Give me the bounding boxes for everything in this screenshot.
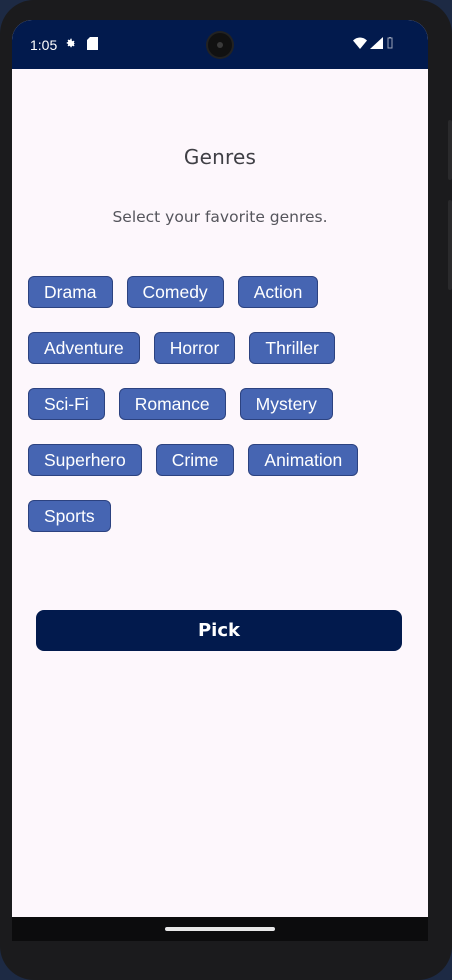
status-time: 1:05	[30, 37, 58, 53]
sd-card-icon	[85, 36, 99, 50]
app-screen: 1:05 Genres Select your favorite genres.…	[12, 20, 428, 941]
genre-chip-superhero[interactable]: Superhero	[28, 444, 142, 476]
settings-gear-icon	[63, 36, 77, 50]
genre-chip-sports[interactable]: Sports	[28, 500, 111, 532]
genre-row: Adventure Horror Thriller	[28, 332, 418, 364]
genre-row: Sci-Fi Romance Mystery	[28, 388, 418, 420]
page-subtitle: Select your favorite genres.	[112, 208, 328, 226]
genre-chip-sci-fi[interactable]: Sci-Fi	[28, 388, 105, 420]
wifi-icon	[353, 36, 367, 50]
page-title: Genres	[183, 145, 257, 169]
genre-chip-thriller[interactable]: Thriller	[249, 332, 335, 364]
pick-button[interactable]: Pick	[36, 610, 402, 651]
genre-chip-adventure[interactable]: Adventure	[28, 332, 140, 364]
genre-row: Drama Comedy Action	[28, 276, 418, 308]
gesture-nav-bar	[12, 917, 428, 941]
genre-chip-group: Drama Comedy Action Adventure Horror Thr…	[28, 276, 418, 556]
battery-icon	[386, 36, 394, 50]
genre-chip-crime[interactable]: Crime	[155, 444, 235, 476]
status-bar: 1:05	[12, 20, 428, 69]
volume-button	[448, 120, 452, 180]
genre-chip-animation[interactable]: Animation	[248, 444, 359, 476]
front-camera	[208, 33, 232, 57]
power-button	[448, 200, 452, 290]
genre-row: Sports	[28, 500, 418, 532]
genre-chip-romance[interactable]: Romance	[118, 388, 226, 420]
cellular-signal-icon	[369, 36, 383, 50]
genre-chip-mystery[interactable]: Mystery	[239, 388, 333, 420]
genre-chip-comedy[interactable]: Comedy	[126, 276, 224, 308]
genre-chip-horror[interactable]: Horror	[153, 332, 236, 364]
genre-row: Superhero Crime Animation	[28, 444, 418, 476]
genre-chip-drama[interactable]: Drama	[28, 276, 113, 308]
device-frame: 1:05 Genres Select your favorite genres.…	[0, 0, 452, 980]
genre-chip-action[interactable]: Action	[237, 276, 319, 308]
home-indicator[interactable]	[165, 927, 275, 931]
